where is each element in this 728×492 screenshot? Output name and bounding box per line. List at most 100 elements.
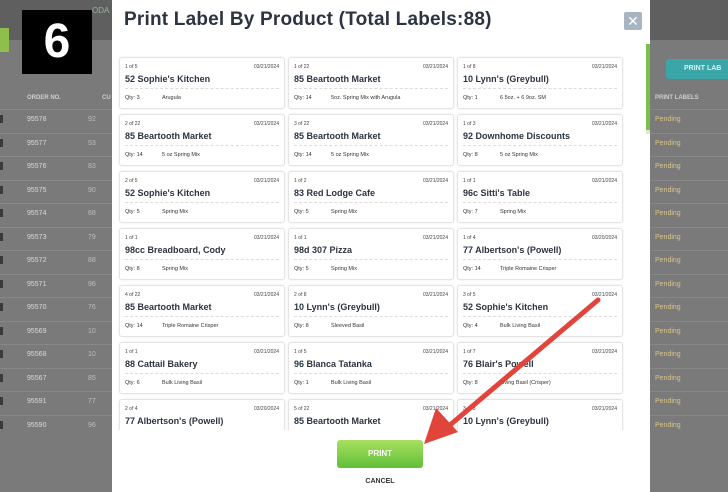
- card-divider: [294, 259, 448, 260]
- card-divider: [294, 373, 448, 374]
- label-card[interactable]: 1 of 5 03/21/2024 52 Sophie's Kitchen Qty: …: [119, 57, 285, 109]
- product-name: Spring Mix: [500, 209, 526, 215]
- label-date: 03/21/2024: [253, 178, 279, 184]
- card-divider: [125, 259, 279, 260]
- label-card[interactable]: 1 of 5 03/21/2024 96 Blanca Tatanka Qty: 1 B…: [288, 342, 454, 394]
- label-quantity: Qty: 1: [463, 95, 478, 101]
- modal-title: Print Label By Product (Total Labels:88): [124, 9, 492, 30]
- customer-name: 88 Cattail Bakery: [125, 359, 198, 369]
- label-count: 1 of 2: [294, 178, 307, 184]
- label-date: 03/21/2024: [422, 178, 448, 184]
- label-count: 2 of 8: [294, 292, 307, 298]
- product-name: Spring Mix: [331, 266, 357, 272]
- cancel-button[interactable]: CANCEL: [362, 478, 398, 485]
- order-number: 95578: [27, 116, 47, 123]
- order-number: 95570: [27, 304, 47, 311]
- label-date: 03/21/2024: [422, 406, 448, 412]
- row-marker-icon: [0, 373, 3, 382]
- label-quantity: Qty: 6: [125, 380, 140, 386]
- label-card[interactable]: 3 of 5 03/21/2024 52 Sophie's Kitchen Qty: …: [457, 285, 623, 337]
- label-quantity: Qty: 14: [294, 152, 312, 158]
- customer-name: 52 Sophie's Kitchen: [125, 74, 211, 84]
- label-date: 03/21/2024: [591, 121, 617, 127]
- label-count: 2 of 22: [125, 121, 141, 127]
- product-name: Bulk Living Basil: [500, 323, 541, 329]
- customer-code: 88: [88, 257, 96, 264]
- label-quantity: Qty: 8: [125, 266, 140, 272]
- label-card[interactable]: 4 of 22 03/21/2024 85 Beartooth Market Qty:…: [119, 285, 285, 337]
- label-date: 03/20/2024: [591, 235, 617, 241]
- card-divider: [294, 202, 448, 203]
- label-quantity: Qty: 5: [125, 209, 140, 215]
- label-count: 5 of 22: [294, 406, 310, 412]
- customer-code: 53: [88, 139, 96, 147]
- label-card[interactable]: 2 of 22 03/21/2024 85 Beartooth Market Qty:…: [119, 114, 285, 166]
- label-card[interactable]: 1 of 8 03/21/2024 10 Lynn's (Greybull) Qty:…: [457, 57, 623, 109]
- customer-name: 85 Beartooth Market: [294, 131, 381, 141]
- label-date: 03/21/2024: [422, 292, 448, 298]
- label-quantity: Qty: 5: [294, 209, 309, 215]
- label-card[interactable]: 1 of 2 03/21/2024 83 Red Lodge Cafe Qty: 5 S…: [288, 171, 454, 223]
- print-button[interactable]: PRINT: [337, 440, 423, 468]
- row-marker-icon: [0, 115, 3, 123]
- label-date: 03/21/2024: [422, 235, 448, 241]
- customer-name: 76 Blair's Powell: [463, 359, 534, 369]
- customer-name: 96c Sitti's Table: [463, 188, 530, 198]
- product-name: 5 oz Spring Mix: [500, 152, 538, 158]
- sidebar-accent: [0, 28, 9, 52]
- customer-name: 98cc Breadboard, Cody: [125, 245, 226, 255]
- product-name: Spring Mix: [162, 266, 188, 272]
- product-name: Spring Mix: [162, 209, 188, 215]
- label-count: 1 of 22: [294, 64, 310, 70]
- label-card[interactable]: 3 of 22 03/21/2024 85 Beartooth Market Qty:…: [288, 114, 454, 166]
- product-name: Bulk Living Basil: [331, 380, 372, 386]
- card-divider: [125, 373, 279, 374]
- order-number: 95567: [27, 374, 47, 382]
- customer-code: 77: [88, 398, 96, 405]
- status-badge: Pending: [655, 233, 681, 241]
- order-number: 95590: [27, 421, 47, 429]
- close-icon[interactable]: ✕: [624, 12, 642, 30]
- label-count: 1 of 1: [125, 235, 138, 241]
- label-card[interactable]: 1 of 7 03/21/2024 76 Blair's Powell Qty: 8 L…: [457, 342, 623, 394]
- column-print-labels: PRINT LABELS: [655, 95, 699, 101]
- label-card[interactable]: 1 of 1 03/21/2024 88 Cattail Bakery Qty: 6 B…: [119, 342, 285, 394]
- label-card[interactable]: 1 of 1 03/21/2024 96c Sitti's Table Qty: 7 S…: [457, 171, 623, 223]
- label-card[interactable]: 2 of 8 03/21/2024 10 Lynn's (Greybull) Qty:…: [288, 285, 454, 337]
- label-count: 1 of 1: [294, 235, 307, 241]
- label-date: 03/21/2024: [591, 406, 617, 412]
- customer-code: 68: [88, 210, 96, 217]
- label-quantity: Qty: 14: [125, 323, 143, 329]
- card-divider: [294, 316, 448, 317]
- label-date: 03/21/2024: [253, 121, 279, 127]
- label-card[interactable]: 1 of 1 03/21/2024 98cc Breadboard, Cody Qty…: [119, 228, 285, 280]
- print-labels-button[interactable]: PRINT LAB: [666, 59, 728, 79]
- customer-name: 96 Blanca Tatanka: [294, 359, 372, 369]
- row-marker-icon: [0, 138, 3, 147]
- label-quantity: Qty: 8: [463, 380, 478, 386]
- label-card[interactable]: 2 of 4 03/20/2024 77 Albertson's (Powell): [119, 399, 285, 430]
- label-card[interactable]: 1 of 3 03/21/2024 92 Downhome Discounts Qty…: [457, 114, 623, 166]
- label-count: 1 of 8: [463, 64, 476, 70]
- status-badge: Pending: [655, 116, 681, 123]
- label-card[interactable]: 1 of 1 03/21/2024 98d 307 Pizza Qty: 5 Sprin…: [288, 228, 454, 280]
- label-date: 03/20/2024: [253, 406, 279, 412]
- customer-code: 10: [88, 351, 96, 358]
- label-card[interactable]: 2 of 5 03/21/2024 52 Sophie's Kitchen Qty: …: [119, 171, 285, 223]
- label-card[interactable]: 3 of 8 03/21/2024 10 Lynn's (Greybull): [457, 399, 623, 430]
- label-count: 1 of 1: [125, 349, 138, 355]
- column-customer: CU: [102, 95, 111, 101]
- row-marker-icon: [0, 209, 3, 217]
- product-name: 6 5oz. + 6 9oz. SM: [500, 95, 547, 101]
- customer-code: 96: [88, 280, 96, 288]
- label-card[interactable]: 1 of 4 03/20/2024 77 Albertson's (Powell) Q…: [457, 228, 623, 280]
- label-card[interactable]: 1 of 22 03/21/2024 85 Beartooth Market Qty:…: [288, 57, 454, 109]
- label-card[interactable]: 5 of 22 03/21/2024 85 Beartooth Market: [288, 399, 454, 430]
- customer-name: 10 Lynn's (Greybull): [463, 74, 549, 84]
- product-name: Triple Romaine Crisper: [162, 323, 219, 329]
- label-quantity: Qty: 1: [294, 380, 309, 386]
- scrollbar-thumb[interactable]: [646, 44, 650, 130]
- row-marker-icon: [0, 350, 3, 358]
- card-divider: [463, 145, 617, 146]
- card-divider: [463, 202, 617, 203]
